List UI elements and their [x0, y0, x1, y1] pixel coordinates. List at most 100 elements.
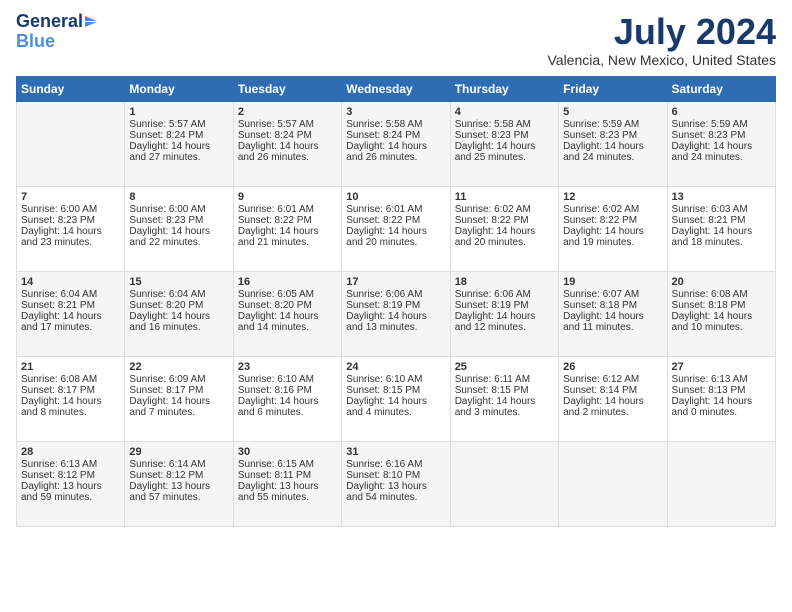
- table-row: 3Sunrise: 5:58 AMSunset: 8:24 PMDaylight…: [342, 101, 450, 186]
- table-row: 4Sunrise: 5:58 AMSunset: 8:23 PMDaylight…: [450, 101, 558, 186]
- table-row: 24Sunrise: 6:10 AMSunset: 8:15 PMDayligh…: [342, 356, 450, 441]
- header-wednesday: Wednesday: [342, 76, 450, 101]
- cell-content-line: Sunrise: 5:57 AM: [238, 119, 337, 130]
- table-row: 17Sunrise: 6:06 AMSunset: 8:19 PMDayligh…: [342, 271, 450, 356]
- day-number: 8: [129, 191, 228, 203]
- cell-content-line: Sunset: 8:21 PM: [21, 300, 120, 311]
- table-row: 14Sunrise: 6:04 AMSunset: 8:21 PMDayligh…: [17, 271, 125, 356]
- table-row: [559, 441, 667, 526]
- cell-content-line: and 13 minutes.: [346, 322, 445, 333]
- calendar-week-row: 21Sunrise: 6:08 AMSunset: 8:17 PMDayligh…: [17, 356, 776, 441]
- day-number: 4: [455, 106, 554, 118]
- cell-content-line: and 19 minutes.: [563, 237, 662, 248]
- table-row: 25Sunrise: 6:11 AMSunset: 8:15 PMDayligh…: [450, 356, 558, 441]
- calendar-week-row: 14Sunrise: 6:04 AMSunset: 8:21 PMDayligh…: [17, 271, 776, 356]
- cell-content-line: Sunrise: 6:06 AM: [346, 289, 445, 300]
- cell-content-line: Sunset: 8:21 PM: [672, 215, 771, 226]
- logo-blue: Blue: [16, 32, 97, 52]
- table-row: 5Sunrise: 5:59 AMSunset: 8:23 PMDaylight…: [559, 101, 667, 186]
- cell-content-line: Sunset: 8:24 PM: [238, 130, 337, 141]
- cell-content-line: Sunset: 8:16 PM: [238, 385, 337, 396]
- calendar-header-row: Sunday Monday Tuesday Wednesday Thursday…: [17, 76, 776, 101]
- day-number: 5: [563, 106, 662, 118]
- cell-content-line: Daylight: 14 hours: [672, 141, 771, 152]
- cell-content-line: and 25 minutes.: [455, 152, 554, 163]
- cell-content-line: Daylight: 14 hours: [238, 141, 337, 152]
- day-number: 24: [346, 361, 445, 373]
- header-thursday: Thursday: [450, 76, 558, 101]
- table-row: 20Sunrise: 6:08 AMSunset: 8:18 PMDayligh…: [667, 271, 775, 356]
- cell-content-line: Daylight: 14 hours: [238, 311, 337, 322]
- cell-content-line: Daylight: 14 hours: [455, 311, 554, 322]
- cell-content-line: Sunset: 8:15 PM: [346, 385, 445, 396]
- cell-content-line: Sunrise: 6:13 AM: [21, 459, 120, 470]
- cell-content-line: and 54 minutes.: [346, 492, 445, 503]
- title-section: July 2024 Valencia, New Mexico, United S…: [547, 12, 776, 68]
- cell-content-line: Daylight: 14 hours: [455, 226, 554, 237]
- cell-content-line: Sunset: 8:22 PM: [238, 215, 337, 226]
- cell-content-line: Sunrise: 6:04 AM: [21, 289, 120, 300]
- day-number: 2: [238, 106, 337, 118]
- cell-content-line: Daylight: 14 hours: [346, 396, 445, 407]
- calendar-week-row: 28Sunrise: 6:13 AMSunset: 8:12 PMDayligh…: [17, 441, 776, 526]
- day-number: 17: [346, 276, 445, 288]
- cell-content-line: Sunrise: 5:59 AM: [563, 119, 662, 130]
- header: General Blue July 2024 Valencia, New Mex…: [16, 12, 776, 68]
- day-number: 12: [563, 191, 662, 203]
- cell-content-line: and 55 minutes.: [238, 492, 337, 503]
- day-number: 18: [455, 276, 554, 288]
- table-row: [17, 101, 125, 186]
- day-number: 27: [672, 361, 771, 373]
- cell-content-line: Daylight: 14 hours: [672, 226, 771, 237]
- cell-content-line: Sunset: 8:14 PM: [563, 385, 662, 396]
- table-row: 31Sunrise: 6:16 AMSunset: 8:10 PMDayligh…: [342, 441, 450, 526]
- cell-content-line: and 24 minutes.: [672, 152, 771, 163]
- cell-content-line: Sunset: 8:24 PM: [129, 130, 228, 141]
- table-row: 13Sunrise: 6:03 AMSunset: 8:21 PMDayligh…: [667, 186, 775, 271]
- cell-content-line: Sunset: 8:22 PM: [455, 215, 554, 226]
- header-monday: Monday: [125, 76, 233, 101]
- day-number: 10: [346, 191, 445, 203]
- cell-content-line: Daylight: 14 hours: [21, 226, 120, 237]
- cell-content-line: and 23 minutes.: [21, 237, 120, 248]
- cell-content-line: Daylight: 13 hours: [129, 481, 228, 492]
- cell-content-line: Sunset: 8:22 PM: [563, 215, 662, 226]
- table-row: 10Sunrise: 6:01 AMSunset: 8:22 PMDayligh…: [342, 186, 450, 271]
- cell-content-line: Sunrise: 6:10 AM: [346, 374, 445, 385]
- cell-content-line: Sunset: 8:23 PM: [129, 215, 228, 226]
- cell-content-line: Sunset: 8:12 PM: [129, 470, 228, 481]
- table-row: 16Sunrise: 6:05 AMSunset: 8:20 PMDayligh…: [233, 271, 341, 356]
- logo-general: General: [16, 12, 83, 32]
- cell-content-line: and 20 minutes.: [455, 237, 554, 248]
- cell-content-line: and 22 minutes.: [129, 237, 228, 248]
- cell-content-line: Daylight: 14 hours: [129, 396, 228, 407]
- cell-content-line: Sunrise: 6:01 AM: [238, 204, 337, 215]
- calendar-subtitle: Valencia, New Mexico, United States: [547, 52, 776, 68]
- cell-content-line: Sunset: 8:19 PM: [346, 300, 445, 311]
- cell-content-line: Sunset: 8:13 PM: [672, 385, 771, 396]
- cell-content-line: and 57 minutes.: [129, 492, 228, 503]
- logo: General Blue: [16, 12, 97, 52]
- table-row: 27Sunrise: 6:13 AMSunset: 8:13 PMDayligh…: [667, 356, 775, 441]
- cell-content-line: and 6 minutes.: [238, 407, 337, 418]
- cell-content-line: Daylight: 14 hours: [238, 396, 337, 407]
- day-number: 30: [238, 446, 337, 458]
- cell-content-line: Sunrise: 6:04 AM: [129, 289, 228, 300]
- table-row: 23Sunrise: 6:10 AMSunset: 8:16 PMDayligh…: [233, 356, 341, 441]
- cell-content-line: and 27 minutes.: [129, 152, 228, 163]
- cell-content-line: Sunset: 8:23 PM: [672, 130, 771, 141]
- cell-content-line: Sunrise: 6:08 AM: [21, 374, 120, 385]
- cell-content-line: and 4 minutes.: [346, 407, 445, 418]
- cell-content-line: Daylight: 14 hours: [672, 311, 771, 322]
- cell-content-line: Sunrise: 6:13 AM: [672, 374, 771, 385]
- cell-content-line: Daylight: 14 hours: [129, 311, 228, 322]
- cell-content-line: and 20 minutes.: [346, 237, 445, 248]
- day-number: 13: [672, 191, 771, 203]
- table-row: 7Sunrise: 6:00 AMSunset: 8:23 PMDaylight…: [17, 186, 125, 271]
- cell-content-line: and 2 minutes.: [563, 407, 662, 418]
- cell-content-line: Sunrise: 5:59 AM: [672, 119, 771, 130]
- cell-content-line: Sunset: 8:20 PM: [238, 300, 337, 311]
- table-row: 22Sunrise: 6:09 AMSunset: 8:17 PMDayligh…: [125, 356, 233, 441]
- cell-content-line: Sunrise: 6:15 AM: [238, 459, 337, 470]
- day-number: 29: [129, 446, 228, 458]
